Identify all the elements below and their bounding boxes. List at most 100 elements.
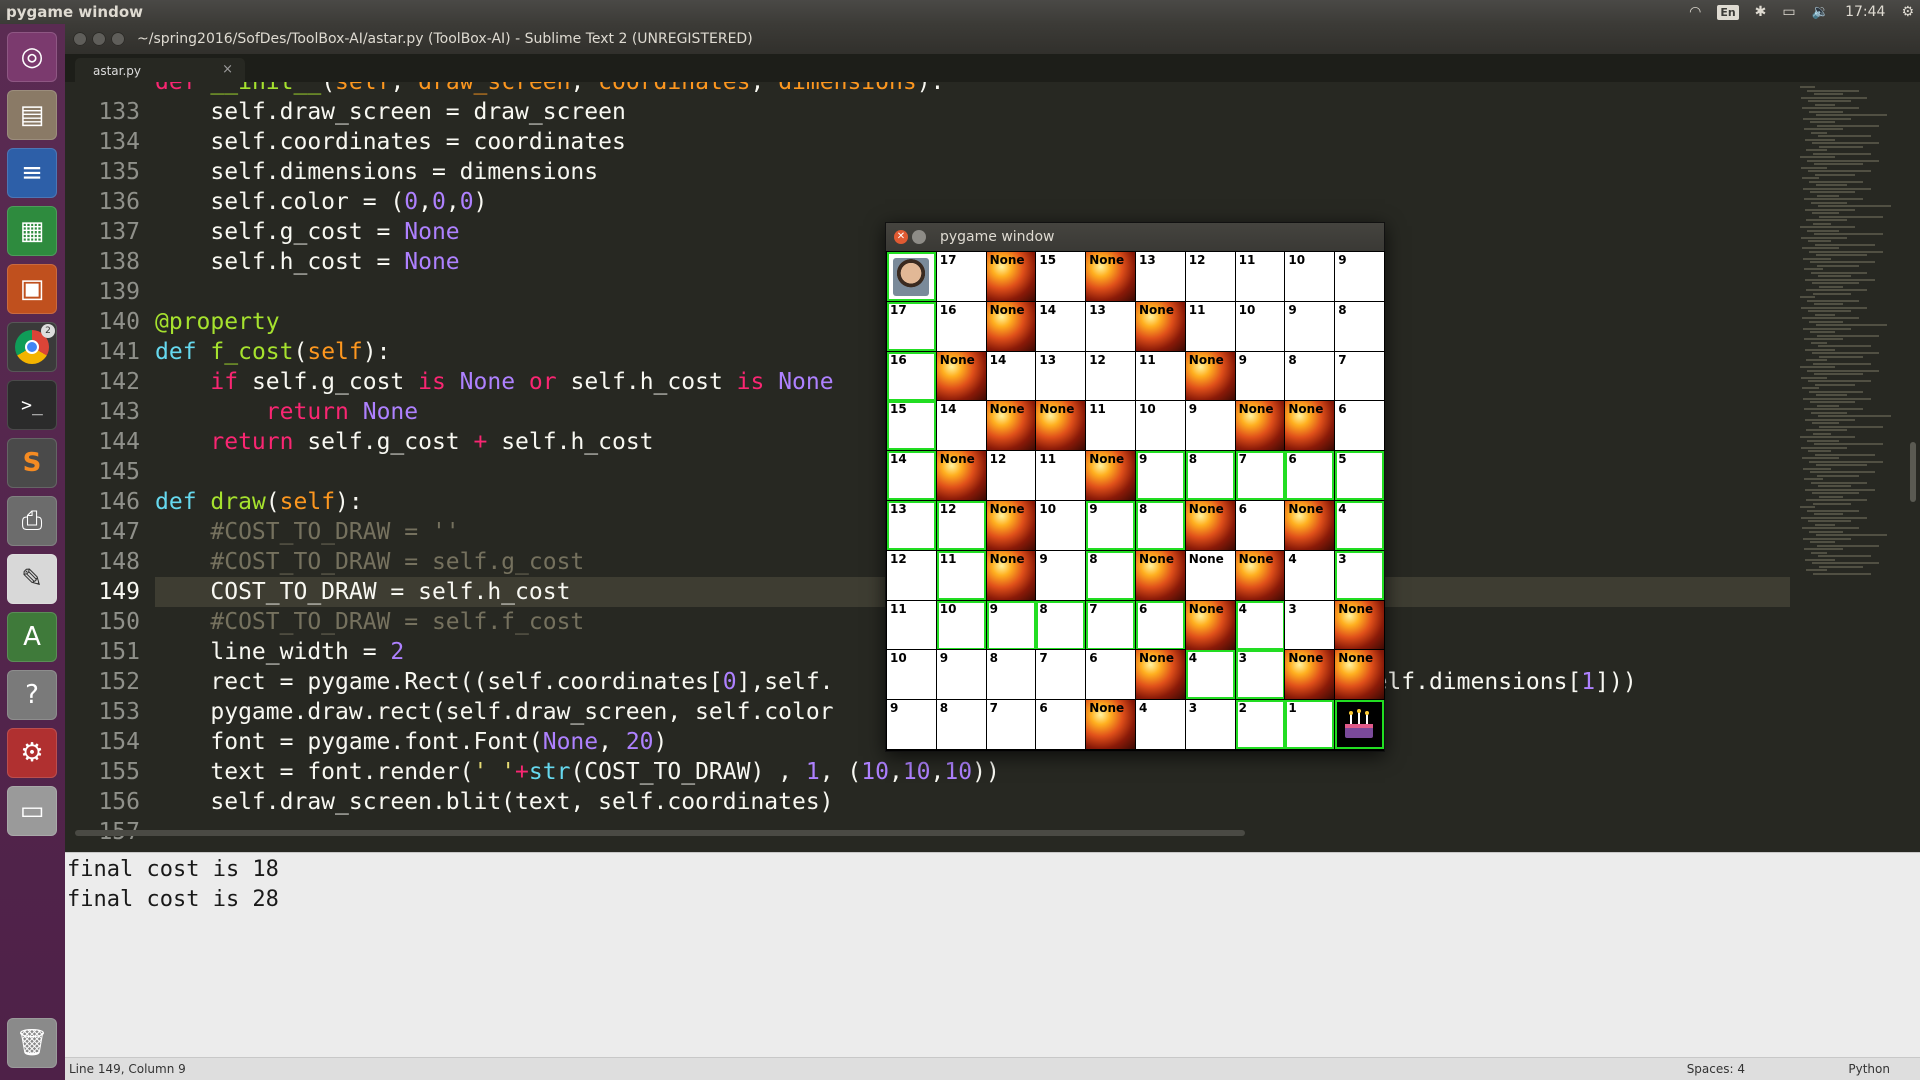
- vertical-scrollbar[interactable]: [1910, 442, 1916, 502]
- grid-cell: 8: [1136, 501, 1185, 550]
- pygame-window[interactable]: ✕ pygame window 17 None 15 None 13 12 11 10 9 17 1…: [885, 222, 1387, 752]
- window-title: ~/spring2016/SofDes/ToolBox-AI/astar.py …: [137, 31, 753, 47]
- indicator-area: ◠ En ✱ ▭ 🔉 17:44 ⚙: [1689, 0, 1914, 24]
- trash-icon[interactable]: 🗑: [7, 1018, 57, 1068]
- minimap-line: [1808, 450, 1831, 452]
- console-panel[interactable]: final cost is 18 final cost is 28: [65, 852, 1920, 1057]
- grid-cell: 17: [935, 251, 987, 302]
- settings-icon[interactable]: ⚙: [7, 728, 57, 778]
- minimap-line: [1816, 534, 1887, 536]
- minimap-line: [1811, 551, 1827, 554]
- line-number: 155: [98, 759, 140, 785]
- cell-cost: 10: [1238, 302, 1256, 317]
- gear-icon[interactable]: ⚙: [1901, 4, 1914, 20]
- window-titlebar: ~/spring2016/SofDes/ToolBox-AI/astar.py …: [65, 24, 1920, 54]
- minimize-window-button[interactable]: [92, 32, 106, 46]
- code-line: def draw(self):: [155, 489, 363, 515]
- cell-cost: None: [989, 502, 1025, 516]
- impress-icon[interactable]: ▣: [7, 264, 57, 314]
- keyboard-language-indicator[interactable]: En: [1717, 4, 1739, 20]
- horizontal-scrollbar[interactable]: [75, 830, 1245, 836]
- cell-cost: 6: [1139, 601, 1148, 616]
- minimap-line: [1813, 572, 1871, 575]
- line-number: 142: [98, 369, 140, 395]
- tab-astar[interactable]: astar.py ×: [75, 58, 245, 82]
- calc-icon[interactable]: ▦: [7, 206, 57, 256]
- minimap-line: [1811, 131, 1827, 134]
- grid-cell-wall: None: [1184, 500, 1236, 551]
- minimap-line: [1808, 170, 1871, 172]
- close-window-button[interactable]: [73, 32, 87, 46]
- grid-cell-wall: None: [1184, 350, 1236, 402]
- indentation-setting[interactable]: Spaces: 4: [1687, 1062, 1745, 1076]
- software-center-icon[interactable]: A: [7, 612, 57, 662]
- cell-cost: 9: [1139, 452, 1148, 467]
- grid-cell: 8: [1086, 550, 1136, 600]
- close-tab-icon[interactable]: ×: [222, 62, 233, 77]
- cake-icon: [1345, 709, 1374, 739]
- line-number: 137: [98, 219, 140, 245]
- drive-icon[interactable]: ▭: [7, 786, 57, 836]
- minimap-line: [1806, 499, 1867, 501]
- cell-cost: None: [1238, 402, 1274, 417]
- battery-icon[interactable]: ▭: [1782, 4, 1795, 20]
- line-number: 156: [98, 789, 140, 815]
- help-icon[interactable]: ?: [7, 670, 57, 720]
- clock[interactable]: 17:44: [1845, 4, 1885, 20]
- maximize-window-button[interactable]: [111, 32, 125, 46]
- minimap-line: [1807, 509, 1859, 512]
- minimap-line: [1817, 124, 1879, 127]
- minimap-line: [1808, 520, 1851, 522]
- minimap-line: [1805, 418, 1855, 421]
- cell-cost: 6: [1238, 502, 1247, 516]
- scanner-icon[interactable]: ⎙: [7, 496, 57, 546]
- writer-icon[interactable]: ≡: [7, 148, 57, 198]
- code-line: line_width = 2: [155, 639, 405, 665]
- grid-cell: 3: [1335, 550, 1385, 600]
- minimap-line: [1807, 159, 1879, 162]
- minimap-line: [1811, 201, 1847, 204]
- code-line: def f_cost(self):: [155, 339, 391, 365]
- chrome-icon[interactable]: 2: [7, 322, 57, 372]
- cell-cost: 4: [1288, 551, 1297, 566]
- chrome-badge: 2: [41, 324, 55, 338]
- active-app-title: pygame window: [6, 3, 143, 21]
- text-editor-icon[interactable]: ✎: [7, 554, 57, 604]
- cell-cost: 17: [939, 253, 957, 267]
- ubuntu-dash-icon[interactable]: ◎: [7, 32, 57, 82]
- minimap[interactable]: [1790, 82, 1920, 842]
- terminal-icon[interactable]: >_: [7, 380, 57, 430]
- minimap-line: [1816, 184, 1847, 186]
- pygame-close-button[interactable]: ✕: [894, 230, 908, 244]
- files-icon[interactable]: ▤: [7, 90, 57, 140]
- code-line: if self.g_cost is None or self.h_cost is…: [210, 369, 834, 395]
- cell-cost: 16: [939, 302, 957, 317]
- grid-cell: 13: [1085, 300, 1137, 352]
- astar-grid[interactable]: 17 None 15 None 13 12 11 10 9 17 16 None 14 13 None 11 1…: [886, 251, 1387, 752]
- syntax-mode[interactable]: Python: [1848, 1062, 1890, 1076]
- grid-cell: None: [1184, 549, 1236, 601]
- line-number: 146: [98, 489, 140, 515]
- code-line: text = font.render(' '+str(COST_TO_DRAW)…: [155, 759, 1000, 785]
- sublime-icon[interactable]: S: [7, 438, 57, 488]
- wifi-icon[interactable]: ◠: [1689, 4, 1701, 20]
- code-line: self.dimensions = dimensions: [155, 159, 599, 185]
- minimap-line: [1810, 331, 1835, 333]
- minimap-line: [1815, 453, 1875, 456]
- grid-cell: 4: [1135, 699, 1186, 751]
- cell-cost: 4: [1139, 701, 1148, 716]
- cell-cost: None: [1188, 352, 1224, 367]
- grid-cell: 7: [1086, 600, 1136, 650]
- volume-icon[interactable]: 🔉: [1812, 4, 1829, 20]
- cell-cost: 11: [1139, 352, 1156, 367]
- grid-cell-wall: None: [985, 251, 1037, 302]
- minimap-line: [1819, 215, 1883, 218]
- bluetooth-icon[interactable]: ✱: [1755, 4, 1767, 20]
- code-line: return self.g_cost + self.h_cost: [210, 429, 654, 455]
- cell-cost: 11: [939, 551, 957, 566]
- line-number-gutter: 133 134 135 136 137 138 139 140 141 142 143 144 145 1…: [65, 82, 140, 842]
- minimap-line: [1819, 355, 1863, 358]
- grid-cell: 12: [886, 549, 937, 601]
- pygame-minimize-button[interactable]: [912, 230, 926, 244]
- cell-cost: 6: [1089, 651, 1098, 666]
